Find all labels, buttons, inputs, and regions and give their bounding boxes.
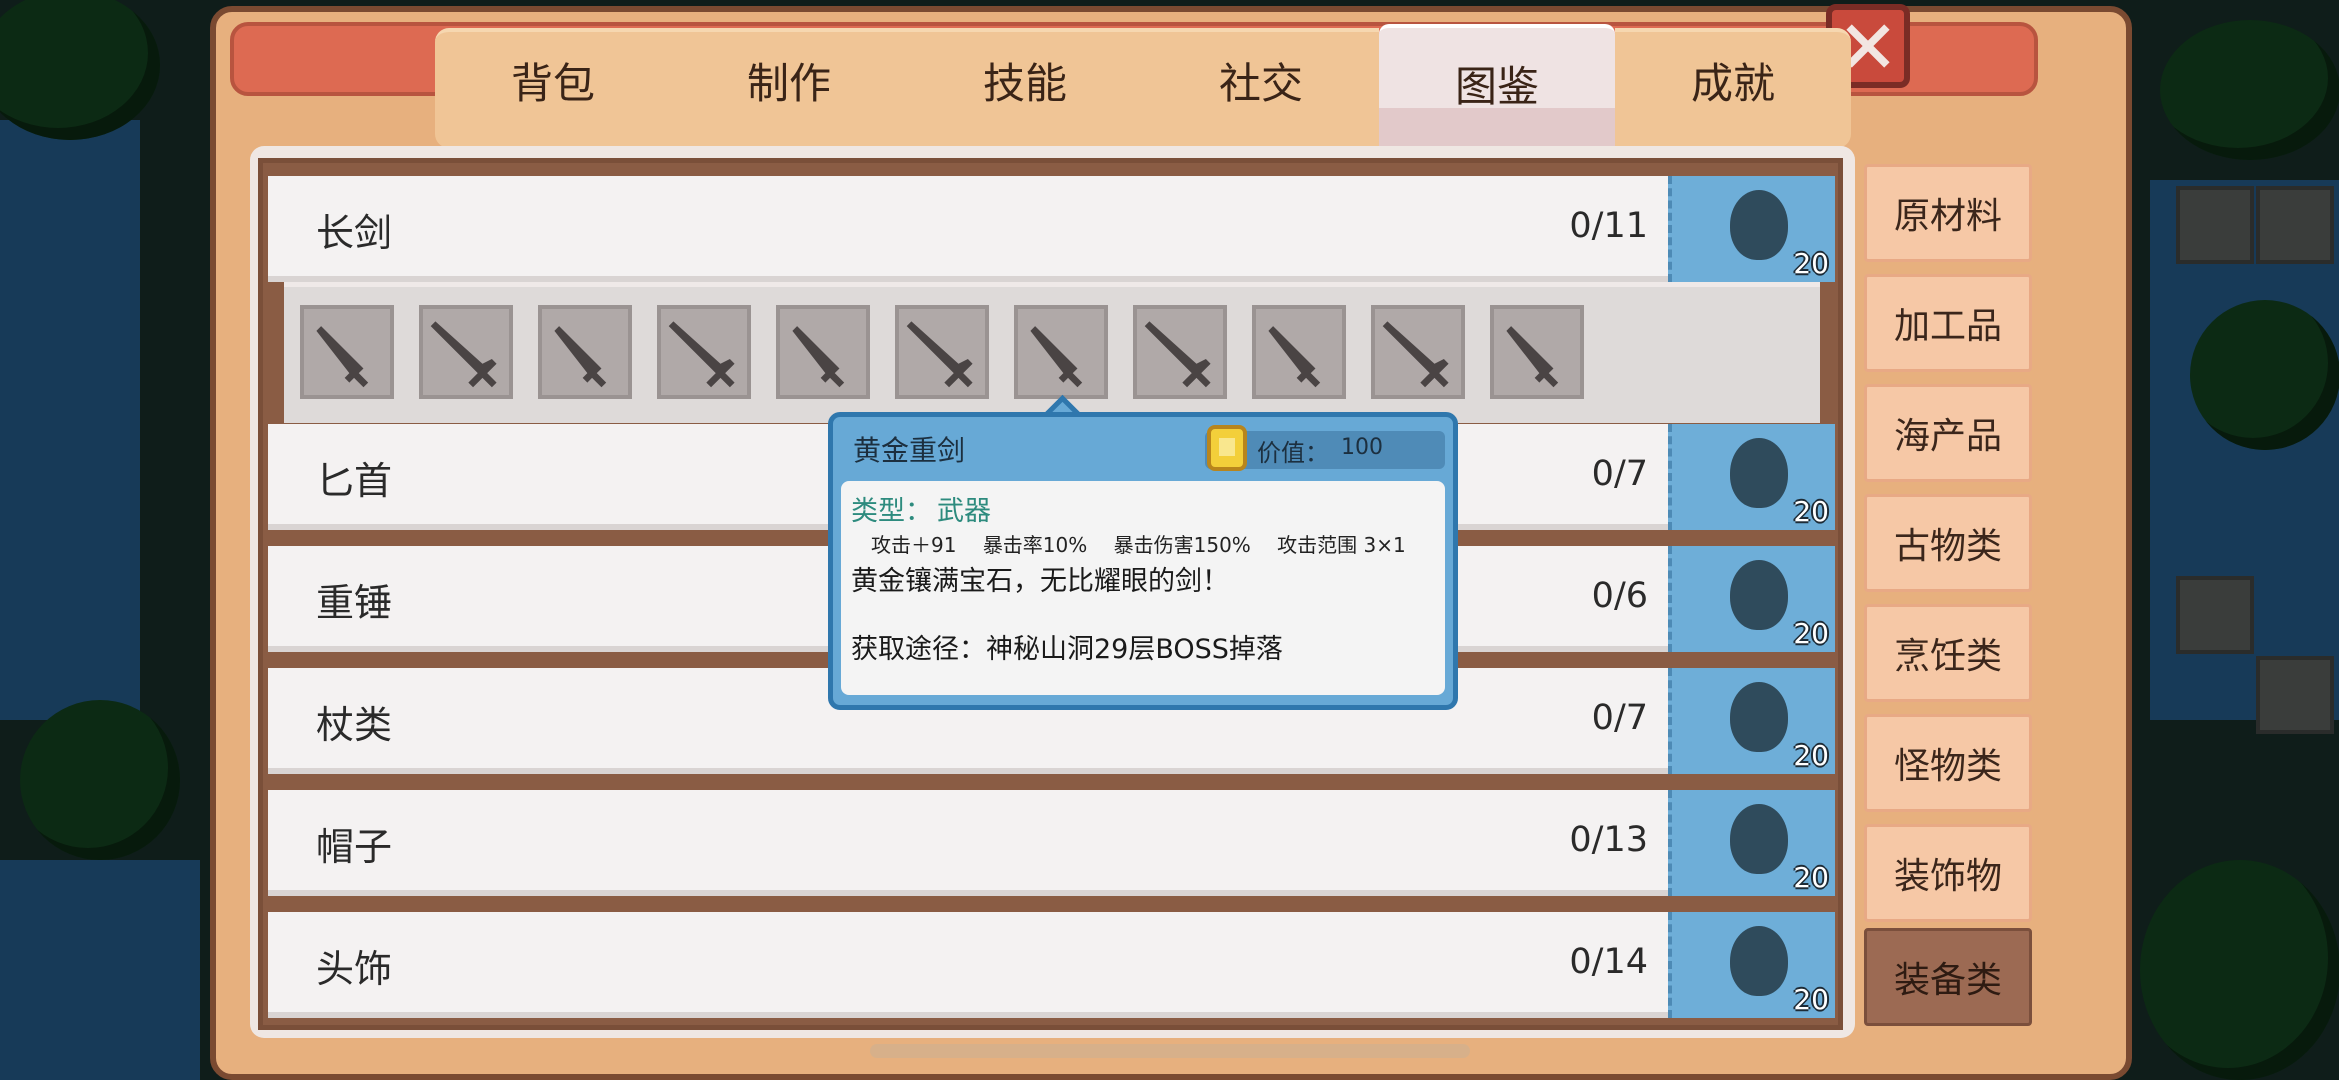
item-tooltip: 黄金重剑 价值： 100 类型： 武器 攻击＋91 暴击率10% 暴击伤害150…: [828, 412, 1458, 710]
item-slot[interactable]: [895, 305, 989, 399]
egg-icon: [1730, 438, 1788, 508]
category-count: 0/7: [1591, 698, 1648, 738]
sword-icon: [554, 326, 607, 388]
side-category-equipment[interactable]: 装备类: [1864, 928, 2032, 1026]
item-slot[interactable]: [419, 305, 513, 399]
tooltip-item-name: 黄金重剑: [853, 434, 966, 467]
tab-label: 社交: [1218, 58, 1303, 108]
item-slot[interactable]: [1371, 305, 1465, 399]
side-category-monsters[interactable]: 怪物类: [1864, 714, 2032, 812]
category-reward[interactable]: 20: [1668, 912, 1835, 1018]
sword-icon: [1144, 321, 1211, 388]
reward-amount: 20: [1793, 739, 1829, 772]
category-count: 0/14: [1569, 942, 1648, 982]
item-slot[interactable]: [300, 305, 394, 399]
category-row[interactable]: 帽子 0/13 20: [268, 790, 1835, 896]
tab-label: 技能: [982, 58, 1067, 108]
category-reward[interactable]: 20: [1668, 668, 1835, 774]
tooltip-stats: 攻击＋91 暴击率10% 暴击伤害150% 攻击范围 3×1: [871, 529, 1426, 558]
sword-icon: [792, 326, 845, 388]
category-name: 长剑: [316, 211, 393, 255]
category-count: 0/13: [1569, 820, 1648, 860]
category-name: 头饰: [316, 947, 393, 991]
stat-attack: 攻击＋91: [871, 533, 957, 557]
stat-crit-damage: 暴击伤害150%: [1113, 533, 1251, 557]
category-count: 0/6: [1591, 576, 1648, 616]
category-bar[interactable]: 长剑 0/11: [268, 176, 1668, 282]
stat-crit-rate: 暴击率10%: [982, 533, 1088, 557]
reward-amount: 20: [1793, 247, 1829, 280]
category-reward[interactable]: 20: [1668, 790, 1835, 896]
category-reward[interactable]: 20: [1668, 546, 1835, 652]
tab-label: 成就: [1690, 58, 1775, 108]
category-count: 0/7: [1591, 454, 1648, 494]
item-slot[interactable]: [657, 305, 751, 399]
category-name: 帽子: [316, 825, 393, 869]
tooltip-value-label: 价值：: [1257, 439, 1329, 467]
category-reward[interactable]: 20: [1668, 424, 1835, 530]
tooltip-body: 类型： 武器 攻击＋91 暴击率10% 暴击伤害150% 攻击范围 3×1 黄金…: [841, 481, 1445, 695]
category-row[interactable]: 长剑 0/11 20: [268, 176, 1835, 282]
sword-icon: [1506, 326, 1559, 388]
tab-label: 制作: [746, 58, 831, 108]
egg-icon: [1730, 560, 1788, 630]
list-scrollbar[interactable]: [870, 1044, 1470, 1058]
expanded-items-strip: [284, 282, 1820, 423]
reward-amount: 20: [1793, 861, 1829, 894]
egg-icon: [1730, 682, 1788, 752]
egg-icon: [1730, 926, 1788, 996]
egg-icon: [1730, 190, 1788, 260]
coin-icon: [1207, 425, 1247, 471]
tooltip-description: 黄金镶满宝石，无比耀眼的剑！: [851, 566, 1229, 597]
tab-craft[interactable]: 制作: [671, 28, 907, 148]
tab-skills[interactable]: 技能: [907, 28, 1143, 148]
tab-social[interactable]: 社交: [1143, 28, 1379, 148]
tooltip-type-label: 类型：: [851, 496, 932, 527]
category-count: 0/11: [1569, 206, 1648, 246]
tab-label: 图鉴: [1454, 61, 1539, 111]
item-slot[interactable]: [1133, 305, 1227, 399]
sword-icon: [1030, 326, 1083, 388]
sword-icon: [316, 326, 369, 388]
side-category-cooking[interactable]: 烹饪类: [1864, 604, 2032, 702]
stat-attack-range: 攻击范围 3×1: [1277, 533, 1406, 557]
tab-collection[interactable]: 图鉴: [1379, 24, 1615, 158]
sword-icon: [1382, 321, 1449, 388]
egg-icon: [1730, 804, 1788, 874]
item-slot[interactable]: [776, 305, 870, 399]
category-bar[interactable]: 头饰 0/14: [268, 912, 1668, 1018]
item-slot[interactable]: [1014, 305, 1108, 399]
sword-icon: [1268, 326, 1321, 388]
item-slot[interactable]: [1490, 305, 1584, 399]
reward-amount: 20: [1793, 617, 1829, 650]
item-slot[interactable]: [1252, 305, 1346, 399]
side-category-processed[interactable]: 加工品: [1864, 274, 2032, 372]
side-category-antiques[interactable]: 古物类: [1864, 494, 2032, 592]
item-slot[interactable]: [538, 305, 632, 399]
category-bar[interactable]: 帽子 0/13: [268, 790, 1668, 896]
sword-icon: [430, 321, 497, 388]
side-category-raw-materials[interactable]: 原材料: [1864, 164, 2032, 262]
tab-achievements[interactable]: 成就: [1615, 28, 1851, 148]
tooltip-source: 获取途径：神秘山洞29层BOSS掉落: [851, 634, 1283, 665]
category-reward[interactable]: 20: [1668, 176, 1835, 282]
sword-icon: [668, 321, 735, 388]
tooltip-type: 武器: [937, 496, 991, 527]
tab-bag[interactable]: 背包: [435, 28, 671, 148]
side-category-seafood[interactable]: 海产品: [1864, 384, 2032, 482]
side-category-decorations[interactable]: 装饰物: [1864, 824, 2032, 922]
sword-icon: [906, 321, 973, 388]
category-name: 重锤: [316, 581, 393, 625]
tab-label: 背包: [510, 58, 595, 108]
category-name: 匕首: [316, 459, 393, 503]
reward-amount: 20: [1793, 983, 1829, 1016]
category-name: 杖类: [316, 703, 393, 747]
tooltip-value: 100: [1341, 435, 1383, 460]
reward-amount: 20: [1793, 495, 1829, 528]
category-row[interactable]: 头饰 0/14 20: [268, 912, 1835, 1018]
